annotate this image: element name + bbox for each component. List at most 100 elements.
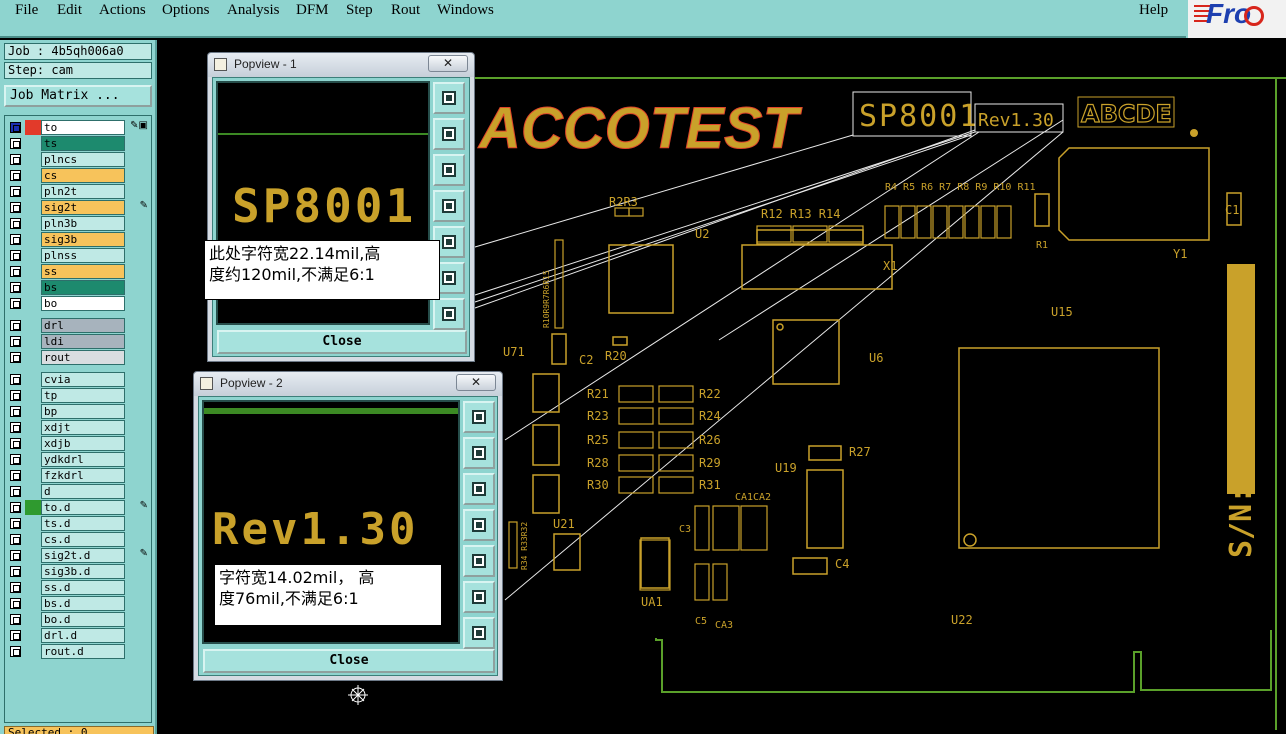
popview-1-titlebar[interactable]: Popview - 1 ✕ (208, 53, 474, 77)
layer-name[interactable]: xdjb (41, 436, 125, 451)
zoom-out-button[interactable] (463, 617, 495, 649)
layer-name[interactable]: cvia (41, 372, 125, 387)
pan-up-button[interactable] (463, 437, 495, 469)
pan-left-button[interactable] (433, 190, 465, 222)
layer-checkbox[interactable] (10, 454, 21, 465)
layer-checkbox[interactable] (10, 486, 21, 497)
layer-row[interactable]: tp (7, 388, 151, 403)
popview-2-close-button[interactable]: Close (203, 649, 495, 673)
layer-checkbox[interactable] (10, 320, 21, 331)
layer-name[interactable]: ts.d (41, 516, 125, 531)
layer-name[interactable]: plnss (41, 248, 125, 263)
layer-name[interactable]: ss (41, 264, 125, 279)
layer-row[interactable]: fzkdrl (7, 468, 151, 483)
layer-row[interactable]: drl.d (7, 628, 151, 643)
layer-checkbox[interactable] (10, 234, 21, 245)
zoom-out-button[interactable] (433, 298, 465, 330)
layer-checkbox[interactable] (10, 336, 21, 347)
layer-row[interactable]: plnss (7, 248, 151, 263)
layer-row[interactable]: sig2t ✎ (7, 200, 151, 215)
layer-name[interactable]: sig3b (41, 232, 125, 247)
pan-down-button[interactable] (463, 473, 495, 505)
layer-row[interactable]: ldi (7, 334, 151, 349)
menu-windows[interactable]: Windows (437, 2, 494, 19)
layer-checkbox[interactable] (10, 202, 21, 213)
layer-name[interactable]: plncs (41, 152, 125, 167)
menu-actions[interactable]: Actions (99, 2, 146, 19)
layer-row[interactable]: ts (7, 136, 151, 151)
layer-name[interactable]: rout (41, 350, 125, 365)
layer-name[interactable]: xdjt (41, 420, 125, 435)
layer-row[interactable]: ydkdrl (7, 452, 151, 467)
layer-row[interactable]: sig3b (7, 232, 151, 247)
layer-row[interactable]: bo (7, 296, 151, 311)
zoom-in-button[interactable] (463, 581, 495, 613)
layer-name[interactable]: sig2t (41, 200, 125, 215)
layer-row[interactable]: rout.d (7, 644, 151, 659)
layer-name[interactable]: cs.d (41, 532, 125, 547)
menu-rout[interactable]: Rout (391, 2, 420, 19)
layer-row[interactable]: cs (7, 168, 151, 183)
layer-name[interactable]: drl (41, 318, 125, 333)
layer-name[interactable]: cs (41, 168, 125, 183)
layer-row[interactable]: cvia (7, 372, 151, 387)
layer-name[interactable]: sig2t.d (41, 548, 125, 563)
layer-name[interactable]: ydkdrl (41, 452, 125, 467)
layer-checkbox[interactable] (10, 374, 21, 385)
menu-step[interactable]: Step (346, 2, 373, 19)
layer-checkbox[interactable] (10, 502, 21, 513)
layer-name[interactable]: pln3b (41, 216, 125, 231)
layer-checkbox[interactable] (10, 186, 21, 197)
layer-checkbox[interactable] (10, 390, 21, 401)
layer-name[interactable]: pln2t (41, 184, 125, 199)
popview-2-close-x-button[interactable]: ✕ (456, 374, 496, 391)
layer-name[interactable]: bs (41, 280, 125, 295)
pan-right-button[interactable] (463, 545, 495, 577)
popview-1-close-x-button[interactable]: ✕ (428, 55, 468, 72)
layer-row[interactable]: xdjb (7, 436, 151, 451)
layer-checkbox[interactable] (10, 630, 21, 641)
layer-checkbox[interactable] (10, 170, 21, 181)
menu-analysis[interactable]: Analysis (227, 2, 280, 19)
layer-checkbox[interactable] (10, 352, 21, 363)
layer-row[interactable]: drl (7, 318, 151, 333)
layer-row[interactable]: bo.d (7, 612, 151, 627)
layer-row[interactable]: pln3b (7, 216, 151, 231)
layer-checkbox[interactable] (10, 550, 21, 561)
layer-name[interactable]: ldi (41, 334, 125, 349)
layer-name[interactable]: bp (41, 404, 125, 419)
layer-checkbox[interactable] (10, 406, 21, 417)
layer-checkbox[interactable] (10, 138, 21, 149)
layer-name[interactable]: sig3b.d (41, 564, 125, 579)
popview-2-view[interactable]: Rev1.30 字符宽14.02mil， 高 度76mil,不满足6:1 (202, 400, 460, 644)
layer-checkbox[interactable] (10, 438, 21, 449)
popview-1-close-button[interactable]: Close (217, 330, 467, 354)
layer-checkbox[interactable] (10, 470, 21, 481)
layer-name[interactable]: ss.d (41, 580, 125, 595)
layer-row[interactable]: to.d ✎ (7, 500, 151, 515)
layer-checkbox[interactable] (10, 154, 21, 165)
pan-left-button[interactable] (463, 509, 495, 541)
layer-name[interactable]: to (41, 120, 125, 135)
layer-name[interactable]: ts (41, 136, 125, 151)
layer-name[interactable]: bs.d (41, 596, 125, 611)
layer-checkbox[interactable] (10, 218, 21, 229)
layer-name[interactable]: tp (41, 388, 125, 403)
layer-row[interactable]: cs.d (7, 532, 151, 547)
layer-checkbox[interactable] (10, 534, 21, 545)
popview-2-titlebar[interactable]: Popview - 2 ✕ (194, 372, 502, 396)
menu-dfm[interactable]: DFM (296, 2, 329, 19)
layer-checkbox[interactable] (10, 122, 21, 133)
zoom-fit-button[interactable] (463, 401, 495, 433)
layer-name[interactable]: rout.d (41, 644, 125, 659)
layer-checkbox[interactable] (10, 518, 21, 529)
job-matrix-button[interactable]: Job Matrix ... (4, 85, 152, 107)
layer-row[interactable]: bp (7, 404, 151, 419)
layer-row[interactable]: ss.d (7, 580, 151, 595)
layer-row[interactable]: pln2t (7, 184, 151, 199)
layer-name[interactable]: to.d (41, 500, 125, 515)
layer-checkbox[interactable] (10, 282, 21, 293)
layer-name[interactable]: d (41, 484, 125, 499)
layer-checkbox[interactable] (10, 614, 21, 625)
layer-row[interactable]: sig2t.d ✎ (7, 548, 151, 563)
